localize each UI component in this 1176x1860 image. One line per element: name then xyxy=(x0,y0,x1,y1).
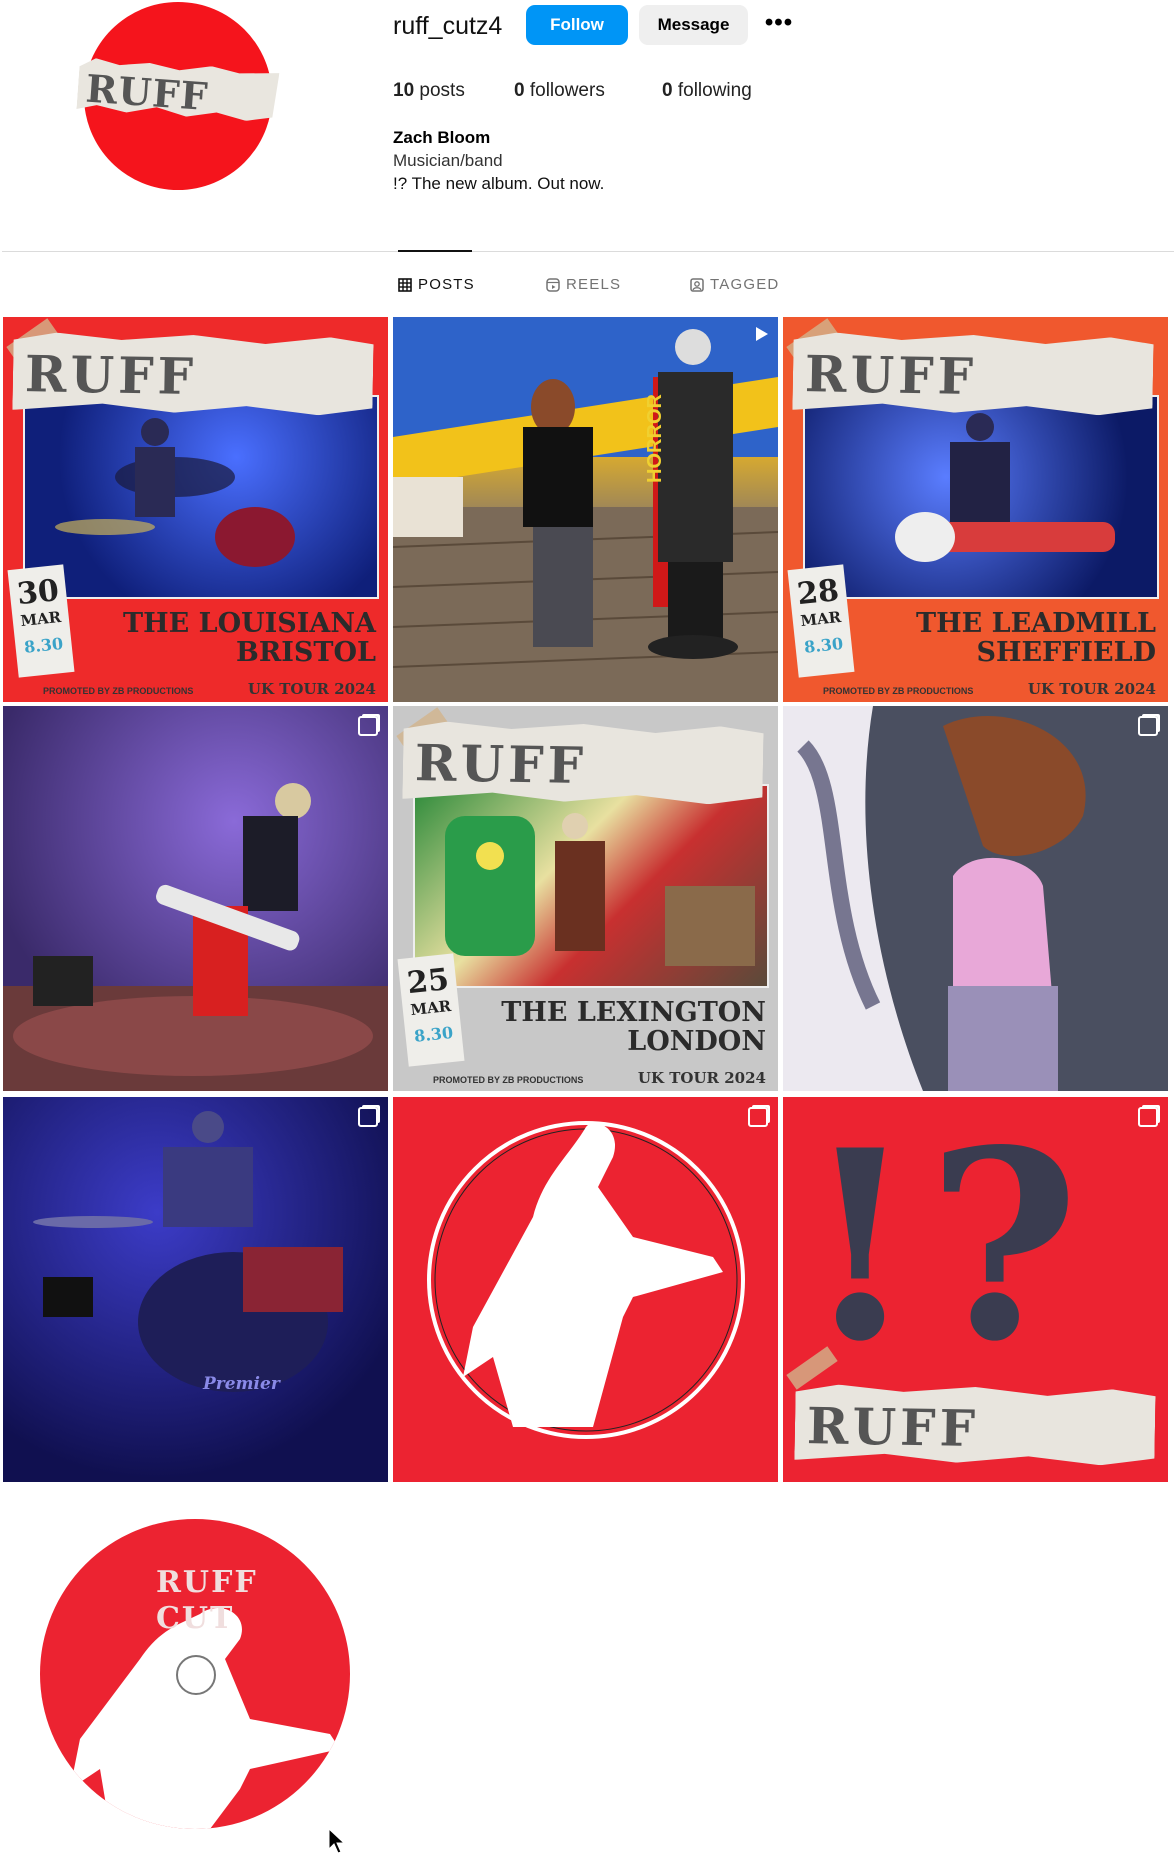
post-tile[interactable] xyxy=(3,706,388,1091)
stage-scene xyxy=(3,783,388,1091)
venue-line-1: THE LEADMILL xyxy=(916,608,1156,639)
post-tile[interactable]: HORROR xyxy=(393,317,778,702)
cd-label: RUFF CUT xyxy=(156,1565,258,1637)
tab-posts[interactable]: POSTS xyxy=(398,276,475,293)
date-time: 8.30 xyxy=(413,1022,454,1046)
venue-line-2: BRISTOL xyxy=(236,637,376,668)
tab-tagged-label: TAGGED xyxy=(710,276,780,293)
mouse-cursor-icon xyxy=(328,1828,346,1854)
post-tile-cd[interactable]: RUFF CUT xyxy=(40,1519,350,1829)
post-tile[interactable]: RUFF CUTZ 28 MAR 8.30 THE LEADMILLSHEFFI… xyxy=(783,317,1168,702)
posts-stat: 10 posts xyxy=(393,80,465,102)
post-tile[interactable]: !? RUFF CUTZ xyxy=(783,1097,1168,1482)
date-time: 8.30 xyxy=(803,633,844,657)
carousel-indicator-icon xyxy=(358,1107,378,1127)
date-day: 30 xyxy=(15,573,61,613)
carousel-indicator-icon xyxy=(1138,1107,1158,1127)
reel-indicator-icon xyxy=(756,327,768,341)
venue-name: THE LEADMILL SHEFFIELD xyxy=(916,609,1156,667)
tagged-icon xyxy=(690,277,704,292)
followers-count: 0 xyxy=(514,80,525,101)
booth-sign: HORROR xyxy=(643,394,666,483)
date-day: 28 xyxy=(795,573,841,613)
album-title-strip: RUFF CUTZ xyxy=(794,1384,1155,1466)
poster-title-strip: RUFF CUTZ xyxy=(792,332,1153,416)
cd-center-hole xyxy=(176,1655,216,1695)
venue-line-1: THE LEXINGTON xyxy=(501,997,766,1028)
venue-line-2: SHEFFIELD xyxy=(976,637,1156,668)
cd-label-line-1: RUFF xyxy=(156,1565,258,1600)
pier-scene xyxy=(393,317,778,702)
guitarist-silhouette xyxy=(895,413,1115,562)
date-day: 25 xyxy=(405,962,451,1002)
tab-tagged[interactable]: TAGGED xyxy=(690,276,779,293)
promo-text: PROMOTED BY ZB PRODUCTIONS xyxy=(823,686,974,696)
post-tile[interactable]: RUFF CUTZ 25 MAR 8.30 THE LEXINGTONLONDO… xyxy=(393,706,778,1091)
album-symbols: !? xyxy=(803,1097,1090,1399)
tab-posts-label: POSTS xyxy=(418,276,475,293)
tabs-divider xyxy=(2,251,1174,252)
reels-icon xyxy=(546,277,560,292)
tour-text: UK TOUR 2024 xyxy=(247,680,376,698)
more-options-icon[interactable]: ••• xyxy=(762,10,796,40)
profile-avatar[interactable]: RUFF CUTZ xyxy=(84,2,272,190)
drum-kit-scene xyxy=(33,1111,343,1392)
followers-stat[interactable]: 0 followers xyxy=(514,80,605,102)
venue-line-2: LONDON xyxy=(627,1026,766,1057)
date-time: 8.30 xyxy=(23,633,64,657)
tab-reels-label: REELS xyxy=(566,276,622,293)
tour-text: UK TOUR 2024 xyxy=(1027,680,1156,698)
venue-name: THE LOUISIANA BRISTOL xyxy=(123,609,376,667)
message-button[interactable]: Message xyxy=(639,5,748,45)
tour-text: UK TOUR 2024 xyxy=(637,1069,766,1087)
drummer-silhouette xyxy=(55,418,295,567)
profile-username: ruff_cutz4 xyxy=(393,12,503,40)
posts-label: posts xyxy=(419,80,465,101)
venue-line-1: THE LOUISIANA xyxy=(123,608,376,639)
drum-brand: Premier xyxy=(203,1374,280,1394)
bio-text: !? The new album. Out now. xyxy=(393,174,605,193)
carousel-indicator-icon xyxy=(748,1107,768,1127)
poster-title-strip: RUFF CUTZ xyxy=(402,721,763,805)
post-tile[interactable] xyxy=(783,706,1168,1091)
album-title: RUFF CUTZ xyxy=(806,1396,980,1459)
avatar-logo-text: RUFF CUTZ xyxy=(81,65,210,165)
venue-name: THE LEXINGTON LONDON xyxy=(501,998,766,1056)
followers-label: followers xyxy=(529,80,605,101)
poster-photo-guitarist xyxy=(803,395,1159,599)
grid-icon xyxy=(398,277,412,292)
guitarist-logo xyxy=(427,1121,745,1439)
hair-flip-scene xyxy=(783,706,1086,1091)
bio-name: Zach Bloom xyxy=(393,128,491,147)
posts-count: 10 xyxy=(393,80,415,101)
date-card: 28 MAR 8.30 xyxy=(787,564,855,678)
promo-text: PROMOTED BY ZB PRODUCTIONS xyxy=(433,1075,584,1085)
carousel-indicator-icon xyxy=(358,716,378,736)
bio-category: Musician/band xyxy=(393,151,503,170)
carousel-indicator-icon xyxy=(1138,716,1158,736)
date-card: 30 MAR 8.30 xyxy=(7,564,75,678)
post-tile[interactable] xyxy=(393,1097,778,1482)
poster-title-strip: RUFF CUTZ xyxy=(12,332,373,416)
post-tile[interactable]: RUFF CUTZ 30 MAR 8.30 THE LOUISIANABRIST… xyxy=(3,317,388,702)
poster-photo-graffiti xyxy=(413,784,769,988)
active-tab-indicator xyxy=(398,250,472,252)
promo-text: PROMOTED BY ZB PRODUCTIONS xyxy=(43,686,194,696)
graffiti-figure xyxy=(445,813,755,966)
post-tile[interactable]: Premier xyxy=(3,1097,388,1482)
follow-button[interactable]: Follow xyxy=(526,5,628,45)
date-card: 25 MAR 8.30 xyxy=(397,953,465,1067)
avatar-logo-strip: RUFF CUTZ xyxy=(76,57,279,123)
following-label: following xyxy=(677,80,752,101)
following-stat[interactable]: 0 following xyxy=(662,80,752,102)
tab-reels[interactable]: REELS xyxy=(546,276,621,293)
cd-label-line-2: CUT xyxy=(156,1601,235,1636)
following-count: 0 xyxy=(662,80,673,101)
poster-photo-drummer xyxy=(23,395,379,599)
